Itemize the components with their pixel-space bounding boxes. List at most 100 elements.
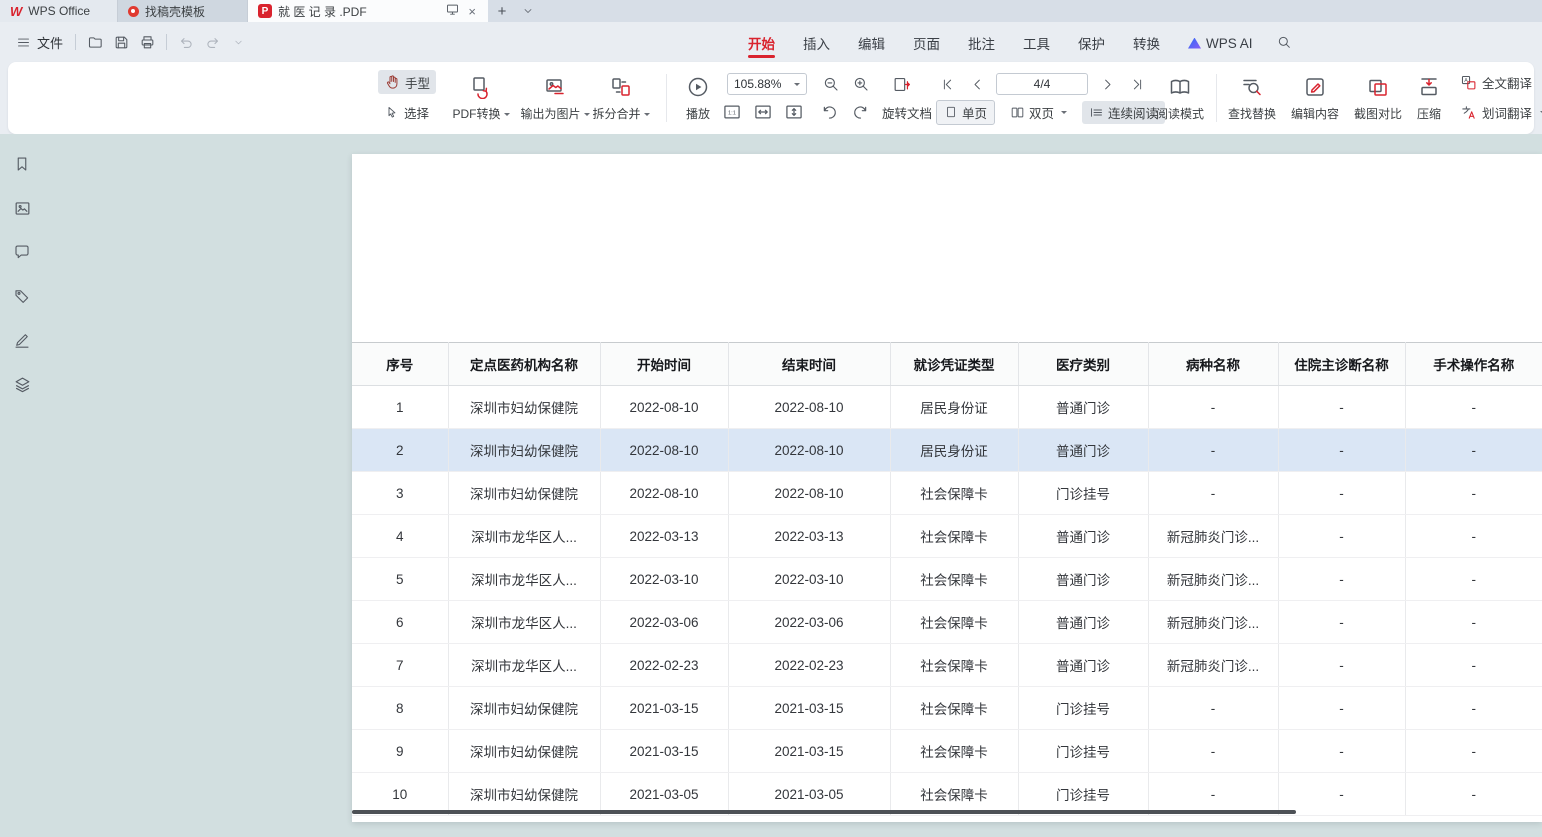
previous-page-button[interactable] (966, 73, 988, 95)
table-cell: 深圳市妇幼保健院 (448, 687, 600, 730)
table-cell: 门诊挂号 (1018, 472, 1148, 515)
read-mode-button[interactable]: 阅读模式 (1150, 69, 1210, 127)
compress-button[interactable]: 压缩 (1407, 69, 1451, 127)
table-row: 3深圳市妇幼保健院2022-08-102022-08-10社会保障卡门诊挂号--… (352, 472, 1542, 515)
tab-page[interactable]: 页面 (903, 24, 950, 60)
thumbnail-panel-button[interactable] (10, 196, 34, 220)
print-button[interactable] (134, 29, 160, 55)
edit-content-button[interactable]: 编辑内容 (1285, 69, 1345, 127)
tab-document-active[interactable]: P 就 医 记 录 .PDF × (248, 0, 488, 22)
sign-panel-button[interactable] (10, 328, 34, 352)
pdf-convert-button[interactable]: PDF转换 (447, 69, 515, 127)
tab-insert[interactable]: 插入 (793, 24, 840, 60)
comment-panel-button[interactable] (10, 240, 34, 264)
table-cell: 社会保障卡 (890, 730, 1018, 773)
file-menu-label: 文件 (37, 33, 63, 52)
zoom-in-button[interactable] (850, 73, 872, 95)
zoom-out-button[interactable] (820, 73, 842, 95)
table-cell: 2022-08-10 (600, 386, 728, 429)
pdf-page[interactable]: 序号定点医药机构名称开始时间结束时间就诊凭证类型医疗类别病种名称住院主诊断名称手… (352, 154, 1542, 822)
table-cell: 7 (352, 644, 448, 687)
table-cell: 深圳市妇幼保健院 (448, 429, 600, 472)
table-cell: - (1405, 773, 1542, 816)
zoom-level-select[interactable]: 105.88% (727, 73, 807, 95)
tab-edit[interactable]: 编辑 (848, 24, 895, 60)
single-page-button[interactable]: 单页 (936, 100, 995, 125)
export-image-button[interactable]: 输出为图片 (516, 69, 594, 127)
table-cell: 社会保障卡 (890, 687, 1018, 730)
table-cell: - (1405, 687, 1542, 730)
first-page-icon (940, 77, 955, 92)
printer-icon (139, 34, 156, 51)
tab-home[interactable]: 开始 (738, 24, 785, 60)
redo-button[interactable] (199, 29, 225, 55)
first-page-button[interactable] (936, 73, 958, 95)
last-page-icon (1130, 77, 1145, 92)
next-page-icon (1100, 77, 1115, 92)
table-header-cell: 定点医药机构名称 (448, 343, 600, 386)
tab-wps-ai[interactable]: WPS AI (1178, 27, 1263, 58)
tag-panel-button[interactable] (10, 284, 34, 308)
undo-history-chevron-icon[interactable] (225, 29, 251, 55)
rotate-right-icon (851, 103, 870, 122)
split-merge-button[interactable]: 拆分合并 (585, 69, 657, 127)
save-icon (113, 34, 130, 51)
table-cell: - (1278, 558, 1405, 601)
screenshot-compare-button[interactable]: 截图对比 (1348, 69, 1408, 127)
undo-button[interactable] (173, 29, 199, 55)
tab-list-chevron-icon[interactable] (516, 0, 540, 22)
new-tab-button[interactable]: + (488, 0, 516, 22)
double-page-button[interactable]: 双页 (1003, 101, 1074, 124)
fit-window-icon (892, 75, 911, 94)
cursor-icon (384, 105, 399, 120)
word-translate-button[interactable]: 划词翻译 (1454, 100, 1542, 124)
tab-wps-office[interactable]: W WPS Office (0, 0, 118, 22)
select-tool-button[interactable]: 选择 (378, 100, 435, 124)
tag-icon (13, 287, 31, 305)
file-menu-button[interactable]: 文件 (10, 29, 69, 56)
tab-tools[interactable]: 工具 (1013, 24, 1060, 60)
table-cell: - (1405, 558, 1542, 601)
rotate-left-button[interactable] (818, 101, 840, 123)
divider (666, 74, 667, 122)
tab-docer-template[interactable]: 找稿壳模板 (118, 0, 248, 22)
window-tab-bar: W WPS Office 找稿壳模板 P 就 医 记 录 .PDF × + (0, 0, 1542, 22)
table-cell: - (1148, 429, 1278, 472)
rotate-right-button[interactable] (849, 101, 871, 123)
find-replace-button[interactable]: 查找替换 (1222, 69, 1282, 127)
tab-convert[interactable]: 转换 (1123, 24, 1170, 60)
full-translate-button[interactable]: A 全文翻译 (1454, 70, 1538, 94)
divider (1216, 74, 1217, 122)
table-cell: - (1278, 472, 1405, 515)
tab-wps-office-label: WPS Office (28, 4, 90, 18)
book-icon (1168, 75, 1192, 99)
bookmark-panel-button[interactable] (10, 152, 34, 176)
layers-panel-button[interactable] (10, 372, 34, 396)
table-cell: 门诊挂号 (1018, 730, 1148, 773)
fit-window-button[interactable] (890, 73, 912, 95)
fit-width-button[interactable] (752, 101, 774, 123)
table-cell: 2021-03-15 (728, 687, 890, 730)
actual-size-button[interactable]: 1:1 (721, 101, 743, 123)
play-button[interactable]: 播放 (674, 69, 722, 127)
open-file-button[interactable] (82, 29, 108, 55)
table-cell: 新冠肺炎门诊... (1148, 601, 1278, 644)
folder-icon (87, 34, 104, 51)
tab-comment[interactable]: 批注 (958, 24, 1005, 60)
ribbon-search-button[interactable] (1271, 29, 1297, 55)
fit-page-button[interactable] (783, 101, 805, 123)
table-cell: 2022-08-10 (600, 472, 728, 515)
split-merge-icon (609, 75, 633, 99)
page-number-input[interactable]: 4/4 (996, 73, 1088, 95)
tab-protect[interactable]: 保护 (1068, 24, 1115, 60)
chevron-down-icon (504, 113, 510, 119)
rotate-document-button[interactable]: 旋转文档 (882, 103, 932, 122)
last-page-button[interactable] (1126, 73, 1148, 95)
save-button[interactable] (108, 29, 134, 55)
bookmark-icon (13, 155, 31, 173)
close-tab-icon[interactable]: × (466, 4, 478, 19)
next-page-button[interactable] (1096, 73, 1118, 95)
horizontal-scrollbar[interactable] (352, 810, 1296, 814)
tab-docer-label: 找稿壳模板 (145, 3, 205, 20)
hand-tool-button[interactable]: 手型 (378, 70, 436, 94)
